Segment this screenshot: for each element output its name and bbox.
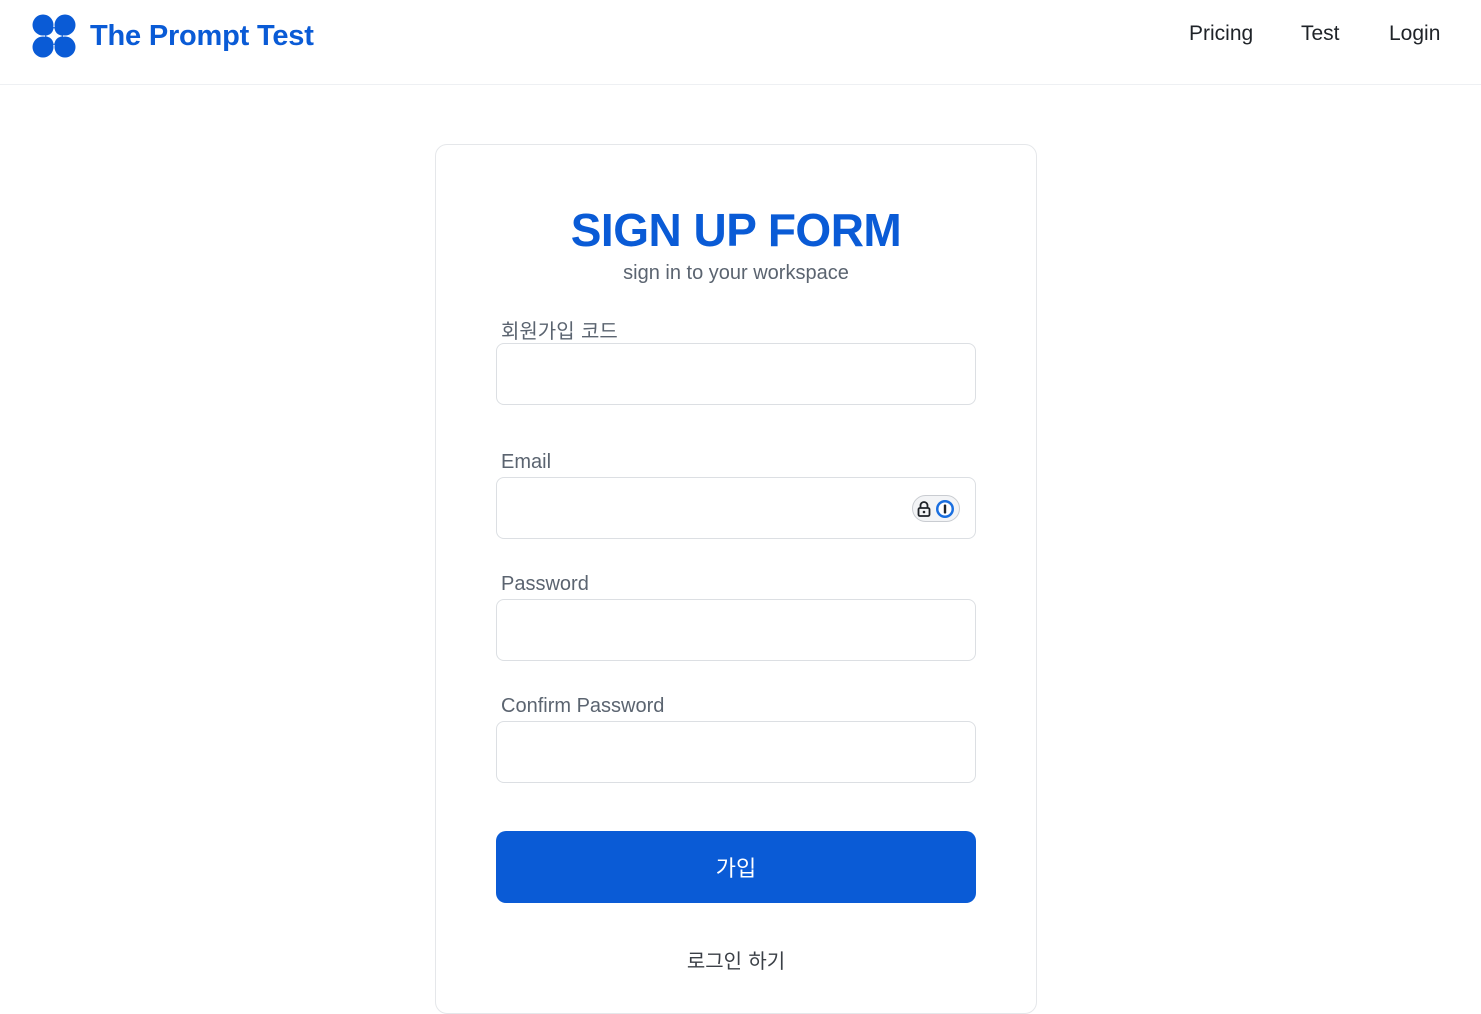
- login-link[interactable]: 로그인 하기: [436, 945, 1036, 974]
- signup-code-label: 회원가입 코드: [501, 319, 618, 343]
- email-input[interactable]: [496, 477, 976, 539]
- signup-code-input[interactable]: [496, 343, 976, 405]
- nav-login-link[interactable]: Login: [1389, 22, 1440, 52]
- password-input[interactable]: [496, 599, 976, 661]
- brand-name: The Prompt Test: [90, 19, 314, 52]
- signup-submit-button[interactable]: 가입: [496, 831, 976, 903]
- signup-form-card: SIGN UP FORM sign in to your workspace 회…: [435, 144, 1037, 1014]
- email-label: Email: [501, 451, 552, 473]
- four-circle-clover-icon: [32, 14, 76, 58]
- confirm-password-input[interactable]: [496, 721, 976, 783]
- form-title: SIGN UP FORM: [570, 204, 902, 256]
- top-navigation-bar: The Prompt Test Pricing Test Login: [0, 0, 1481, 85]
- password-manager-icon: [936, 499, 954, 518]
- password-manager-badge[interactable]: [912, 495, 960, 522]
- lock-icon: [917, 500, 931, 517]
- password-label: Password: [501, 573, 589, 595]
- nav-test-link[interactable]: Test: [1301, 22, 1340, 52]
- form-subtitle: sign in to your workspace: [623, 262, 849, 284]
- nav-pricing-link[interactable]: Pricing: [1189, 22, 1253, 52]
- brand-home-link[interactable]: The Prompt Test: [31, 13, 314, 59]
- confirm-password-label: Confirm Password: [501, 695, 665, 717]
